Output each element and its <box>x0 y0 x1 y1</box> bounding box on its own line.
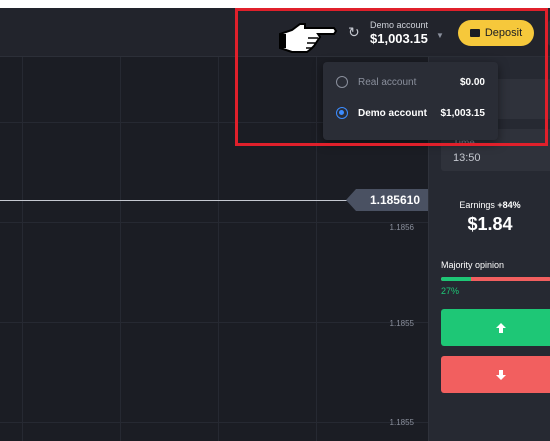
majority-opinion-label: Majority opinion <box>441 260 505 270</box>
current-price-tag: 1.185610 <box>346 189 428 211</box>
arrow-down-icon <box>496 369 506 380</box>
grid-line <box>218 57 219 441</box>
higher-button[interactable] <box>441 309 550 346</box>
earnings-title: Earnings <box>459 200 495 210</box>
majority-up-percent: 27% <box>441 286 460 296</box>
lower-button[interactable] <box>441 356 550 393</box>
highlight-box <box>235 8 548 146</box>
earnings-label: Earnings +84% <box>429 200 550 210</box>
grid-line <box>0 222 428 223</box>
majority-opinion-bar <box>441 277 550 281</box>
grid-line <box>0 322 428 323</box>
majority-up-fill <box>441 277 471 281</box>
grid-line <box>120 57 121 441</box>
time-value: 13:50 <box>453 152 481 164</box>
earnings-value: $1.84 <box>467 214 513 234</box>
price-tick-label: 1.1855 <box>389 418 414 427</box>
grid-line <box>22 57 23 441</box>
arrow-up-icon <box>496 322 506 333</box>
price-tick-label: 1.1855 <box>389 319 414 328</box>
grid-line <box>0 422 428 423</box>
current-price-line <box>0 200 350 201</box>
price-tick-label: 1.1856 <box>389 223 414 232</box>
earnings-percent: +84% <box>497 200 521 210</box>
